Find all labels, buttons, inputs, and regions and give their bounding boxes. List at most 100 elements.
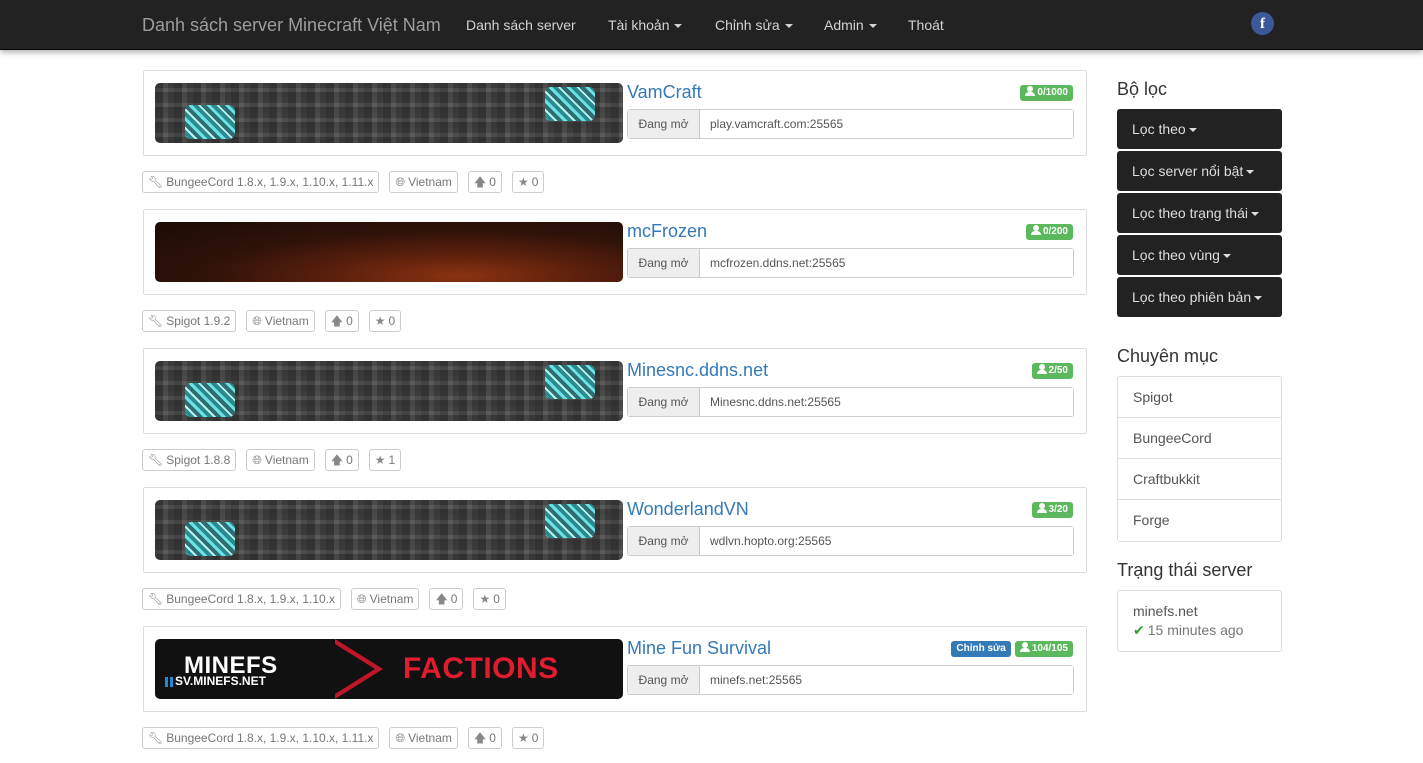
diamond-ore-image [545, 87, 595, 121]
navbar: Danh sách server Minecraft Việt Nam Danh… [0, 0, 1423, 50]
status-title: Trạng thái server [1117, 560, 1253, 580]
filter-status-button[interactable]: Lọc theo trạng thái [1117, 193, 1282, 233]
server-address-field[interactable]: Minesnc.ddns.net:25565 [700, 388, 1073, 416]
star-icon: ★ [374, 314, 386, 328]
vote-tag[interactable]: 🡅 0 [467, 171, 502, 193]
country-tag[interactable]: 🌐︎ Vietnam [351, 588, 420, 610]
software-label: Spigot 1.9.2 [166, 314, 231, 328]
server-address-field[interactable]: minefs.net:25565 [700, 666, 1073, 694]
server-banner[interactable]: MINEFS SV.MINEFS.NET FACTIONS [155, 639, 623, 699]
server-name-link[interactable]: Mine Fun Survival [627, 638, 771, 659]
globe-icon: 🌐︎ [395, 731, 406, 745]
player-count-badge: 3/20 [1031, 502, 1073, 518]
diamond-ore-image [185, 383, 235, 417]
filter-sort-button[interactable]: Lọc theo [1117, 109, 1282, 149]
server-address-field[interactable]: play.vamcraft.com:25565 [700, 110, 1073, 138]
country-tag[interactable]: 🌐︎ Vietnam [246, 449, 315, 471]
software-label: BungeeCord 1.8.x, 1.9.x, 1.10.x, 1.11.x [166, 731, 374, 745]
server-name-link[interactable]: VamCraft [627, 82, 702, 103]
star-tag[interactable]: ★ 0 [511, 171, 545, 193]
edit-badge[interactable]: Chỉnh sửa [951, 641, 1011, 657]
arrow-up-icon: 🡅 [330, 453, 344, 467]
server-status-label: Đang mở [628, 388, 700, 416]
star-tag[interactable]: ★ 0 [368, 310, 402, 332]
star-tag[interactable]: ★ 0 [473, 588, 506, 610]
vote-tag[interactable]: 🡅 0 [324, 449, 359, 471]
star-icon: ★ [517, 175, 529, 189]
star-tag[interactable]: ★ 0 [511, 727, 545, 749]
vote-tag[interactable]: 🡅 0 [429, 588, 464, 610]
globe-icon: 🌐︎ [252, 453, 262, 467]
status-server-name[interactable]: minefs.net [1133, 603, 1266, 619]
category-list: Spigot BungeeCord Craftbukkit Forge [1117, 376, 1282, 542]
vote-tag[interactable]: 🡅 0 [324, 310, 359, 332]
nav-logout[interactable]: Thoát [908, 17, 944, 33]
brand-link[interactable]: Danh sách server Minecraft Việt Nam [142, 15, 441, 36]
software-tag[interactable]: 🔧︎ BungeeCord 1.8.x, 1.9.x, 1.10.x, 1.11.… [142, 727, 380, 749]
software-tag[interactable]: 🔧︎ Spigot 1.8.8 [142, 449, 237, 471]
vote-count: 0 [489, 731, 496, 745]
chevron-shape-inner [327, 639, 375, 699]
software-tag[interactable]: 🔧︎ BungeeCord 1.8.x, 1.9.x, 1.10.x, 1.11.… [142, 171, 380, 193]
arrow-up-icon: 🡅 [435, 592, 448, 606]
diamond-ore-image [185, 522, 235, 556]
check-icon: ✔ [1133, 622, 1145, 638]
nav-edit-dropdown[interactable]: Chỉnh sửa [715, 17, 793, 33]
server-address-field[interactable]: mcfrozen.ddns.net:25565 [700, 249, 1073, 277]
server-banner[interactable] [155, 222, 623, 282]
server-address-group: Đang mở minefs.net:25565 [627, 665, 1074, 695]
category-item-craftbukkit[interactable]: Craftbukkit [1118, 459, 1281, 500]
server-banner[interactable] [155, 500, 623, 560]
globe-icon: 🌐︎ [395, 175, 406, 189]
filter-featured-button[interactable]: Lọc server nổi bật [1117, 151, 1282, 191]
caret-down-icon [1246, 170, 1255, 175]
wrench-icon: 🔧︎ [148, 731, 164, 745]
category-item-spigot[interactable]: Spigot [1118, 377, 1281, 418]
caret-down-icon [674, 24, 683, 29]
facebook-icon[interactable]: f [1251, 12, 1274, 35]
arrow-up-icon: 🡅 [473, 731, 487, 745]
player-count: 104/105 [1031, 643, 1068, 654]
country-tag[interactable]: 🌐︎ Vietnam [389, 171, 458, 193]
software-tag[interactable]: 🔧︎ BungeeCord 1.8.x, 1.9.x, 1.10.x [142, 588, 342, 610]
filter-version-button[interactable]: Lọc theo phiên bản [1117, 277, 1282, 317]
star-count: 0 [531, 175, 539, 189]
arrow-up-icon: 🡅 [330, 314, 344, 328]
filter-title: Bộ lọc [1117, 79, 1168, 99]
server-status-panel: minefs.net ✔ 15 minutes ago [1117, 590, 1282, 652]
category-item-forge[interactable]: Forge [1118, 500, 1281, 541]
vote-count: 0 [450, 592, 458, 606]
wrench-icon: 🔧︎ [148, 453, 164, 467]
server-badges: 2/50 [1031, 363, 1073, 379]
nav-account-dropdown[interactable]: Tài khoản [608, 17, 683, 33]
nav-server-list[interactable]: Danh sách server [466, 17, 576, 33]
player-count-badge: 0/1000 [1020, 85, 1073, 101]
software-tag[interactable]: 🔧︎ Spigot 1.9.2 [142, 310, 237, 332]
filter-region-button[interactable]: Lọc theo vùng [1117, 235, 1282, 275]
vote-tag[interactable]: 🡅 0 [467, 727, 502, 749]
star-tag[interactable]: ★ 1 [368, 449, 402, 471]
nav-admin-dropdown[interactable]: Admin [824, 17, 877, 33]
wrench-icon: 🔧︎ [148, 175, 164, 189]
filter-label: Lọc theo [1132, 121, 1186, 137]
server-address-field[interactable]: wdlvn.hopto.org:25565 [700, 527, 1073, 555]
star-icon: ★ [479, 592, 491, 606]
player-count-badge: 0/200 [1025, 224, 1073, 240]
server-banner[interactable] [155, 83, 623, 143]
filter-label: Lọc theo phiên bản [1132, 289, 1252, 305]
software-label: BungeeCord 1.8.x, 1.9.x, 1.10.x, 1.11.x [166, 175, 374, 189]
server-name-link[interactable]: Minesnc.ddns.net [627, 360, 768, 381]
server-badges: 0/200 [1025, 224, 1073, 240]
server-status-label: Đang mở [628, 666, 700, 694]
server-name-link[interactable]: mcFrozen [627, 221, 707, 242]
globe-icon: 🌐︎ [252, 314, 262, 328]
server-banner[interactable] [155, 361, 623, 421]
nav-label: Thoát [908, 17, 944, 33]
country-tag[interactable]: 🌐︎ Vietnam [389, 727, 458, 749]
server-status-label: Đang mở [628, 249, 700, 277]
server-tags: 🔧︎ BungeeCord 1.8.x, 1.9.x, 1.10.x, 1.11.… [142, 171, 545, 193]
country-tag[interactable]: 🌐︎ Vietnam [246, 310, 315, 332]
server-name-link[interactable]: WonderlandVN [627, 499, 749, 520]
caret-down-icon [1222, 254, 1231, 259]
category-item-bungeecord[interactable]: BungeeCord [1118, 418, 1281, 459]
